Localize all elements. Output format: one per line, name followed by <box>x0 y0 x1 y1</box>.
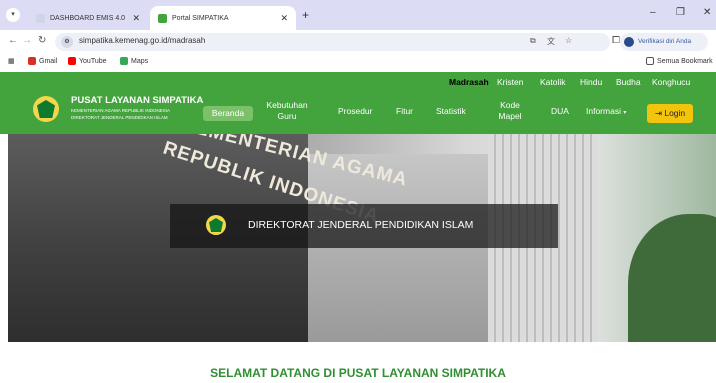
folder-icon <box>646 57 654 65</box>
close-icon[interactable]: ✕ <box>280 13 288 24</box>
nav-label: Mapel <box>498 111 522 121</box>
caret-down-icon: ▾ <box>623 110 627 116</box>
bookmark-label: YouTube <box>79 57 107 65</box>
browser-toolbar: ← → ↻ ⚙ simpatika.kemenag.go.id/madrasah… <box>0 30 716 54</box>
toplink-kristen[interactable]: Kristen <box>497 77 523 87</box>
profile-label: Verifikasi diri Anda <box>638 38 692 45</box>
nav-beranda[interactable]: Beranda <box>203 106 253 121</box>
nav-kebutuhan-guru[interactable]: Kebutuhan Guru <box>262 100 312 122</box>
hero-banner: KEMENTERIAN AGAMA REPUBLIK INDONESIA DIR… <box>8 134 716 342</box>
back-arrow-icon[interactable]: ← <box>8 35 18 46</box>
hero-caption: DIREKTORAT JENDERAL PENDIDIKAN ISLAM <box>170 204 558 248</box>
bookmark-star-icon[interactable]: ☆ <box>565 36 572 45</box>
nav-label: Guru <box>277 111 297 121</box>
brand-subtitle-2: DIREKTORAT JENDERAL PENDIDIKAN ISLAM <box>71 115 168 120</box>
apps-grid-icon[interactable]: ▦ <box>8 57 15 65</box>
tab-label: DASHBOARD EMIS 4.0 <box>50 14 126 22</box>
toplink-madrasah[interactable]: Madrasah <box>449 77 489 87</box>
site-header: PUSAT LAYANAN SIMPATIKA KEMENTERIAN AGAM… <box>0 72 716 134</box>
bookmarks-bar: ▦ Gmail YouTube Maps Semua Bookmark <box>0 54 716 70</box>
hero-caption-text: DIREKTORAT JENDERAL PENDIDIKAN ISLAM <box>248 219 474 231</box>
tab-search-button[interactable]: ▾ <box>6 8 20 22</box>
minimize-button[interactable]: – <box>650 7 656 18</box>
tree-foliage <box>628 214 716 342</box>
nav-prosedur[interactable]: Prosedur <box>338 106 373 117</box>
extensions-icon[interactable]: ⧠ <box>612 35 620 46</box>
toplink-budha[interactable]: Budha <box>616 77 641 87</box>
brand-subtitle-1: KEMENTERIAN AGAMA REPUBLIK INDONESIA <box>71 108 171 113</box>
close-icon[interactable]: ✕ <box>132 13 140 24</box>
avatar <box>624 37 634 47</box>
reload-icon[interactable]: ↻ <box>38 35 46 46</box>
nav-informasi[interactable]: Informasi ▾ <box>586 106 626 119</box>
bookmark-label: Maps <box>131 57 149 65</box>
welcome-heading: SELAMAT DATANG DI PUSAT LAYANAN SIMPATIK… <box>210 366 506 380</box>
toplink-katolik[interactable]: Katolik <box>540 77 566 87</box>
translate-icon[interactable]: 文 <box>547 36 555 47</box>
site-info-icon[interactable]: ⚙ <box>61 36 73 48</box>
document-icon <box>36 13 45 23</box>
nav-label: Kebutuhan <box>266 100 308 110</box>
url-text[interactable]: simpatika.kemenag.go.id/madrasah <box>79 36 205 45</box>
all-bookmarks-folder[interactable]: Semua Bookmark <box>646 57 713 65</box>
youtube-icon <box>68 57 76 65</box>
nav-label: Informasi <box>586 106 621 116</box>
simpatika-favicon-icon <box>158 13 167 23</box>
profile-button[interactable]: Verifikasi diri Anda <box>620 33 708 51</box>
toplink-hindu[interactable]: Hindu <box>580 77 602 87</box>
bookmark-label: Gmail <box>39 57 58 65</box>
forward-arrow-icon[interactable]: → <box>22 35 32 46</box>
install-app-icon[interactable]: ⧉ <box>530 36 536 46</box>
maps-icon <box>120 57 128 65</box>
maximize-button[interactable]: ❐ <box>676 7 685 18</box>
login-icon: ⇥ <box>654 108 662 118</box>
nav-dua[interactable]: DUA <box>551 106 569 117</box>
window-close-button[interactable]: ✕ <box>703 7 711 18</box>
bookmark-youtube[interactable]: YouTube <box>68 57 107 65</box>
brand-title: PUSAT LAYANAN SIMPATIKA <box>71 95 204 106</box>
nav-fitur[interactable]: Fitur <box>396 106 413 117</box>
tab-dashboard-emis[interactable]: DASHBOARD EMIS 4.0 ✕ <box>28 6 148 30</box>
kemenag-logo-icon[interactable] <box>33 96 59 122</box>
kemenag-emblem-icon <box>206 215 226 235</box>
bookmark-gmail[interactable]: Gmail <box>28 57 57 65</box>
toplink-konghucu[interactable]: Konghucu <box>652 77 690 87</box>
nav-kode-mapel[interactable]: Kode Mapel <box>494 100 526 122</box>
login-label: Login <box>664 108 686 118</box>
bookmark-maps[interactable]: Maps <box>120 57 148 65</box>
browser-tab-strip: ▾ DASHBOARD EMIS 4.0 ✕ Portal SIMPATIKA … <box>0 0 716 30</box>
tab-label: Portal SIMPATIKA <box>172 14 229 22</box>
tab-portal-simpatika[interactable]: Portal SIMPATIKA ✕ <box>150 6 296 30</box>
nav-label: Kode <box>500 100 520 110</box>
login-button[interactable]: ⇥ Login <box>647 104 693 123</box>
all-bookmarks-label: Semua Bookmark <box>657 57 713 65</box>
gmail-icon <box>28 57 36 65</box>
nav-statistik[interactable]: Statistik <box>436 106 466 117</box>
address-bar[interactable]: ⚙ simpatika.kemenag.go.id/madrasah ⧉ 文 ☆ <box>55 33 610 51</box>
new-tab-button[interactable]: + <box>302 8 309 22</box>
